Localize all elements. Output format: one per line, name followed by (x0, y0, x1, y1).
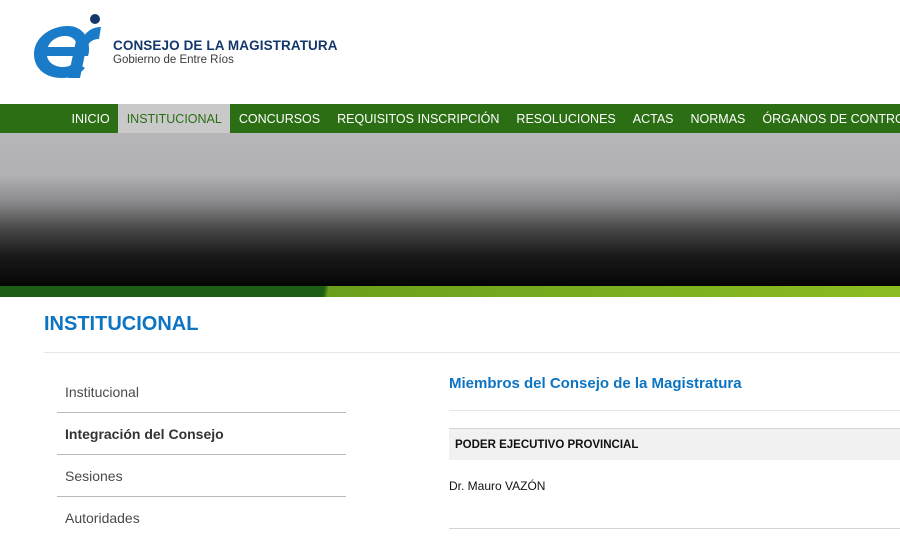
sidebar-item-autoridades[interactable]: Autoridades (57, 497, 346, 539)
nav-item-resoluciones[interactable]: RESOLUCIONES (508, 104, 624, 133)
site-header: CONSEJO DE LA MAGISTRATURA Gobierno de E… (0, 0, 900, 104)
divider (449, 528, 900, 529)
nav-item-normas[interactable]: NORMAS (682, 104, 754, 133)
sidebar-item-integracion-del-consejo[interactable]: Integración del Consejo (57, 413, 346, 455)
page-title: INSTITUCIONAL (44, 313, 199, 335)
nav-item-requisitos-inscripcion[interactable]: REQUISITOS INSCRIPCIÓN (329, 104, 508, 133)
nav-item-institucional[interactable]: INSTITUCIONAL (118, 104, 231, 133)
nav-item-concursos[interactable]: CONCURSOS (230, 104, 328, 133)
site-subtitle: Gobierno de Entre Ríos (113, 54, 234, 66)
main-nav: INICIO INSTITUCIONAL CONCURSOS REQUISITO… (0, 104, 900, 133)
sidebar-item-sesiones[interactable]: Sesiones (57, 455, 346, 497)
nav-item-inicio[interactable]: INICIO (63, 104, 118, 133)
divider (449, 410, 900, 411)
banner-accent-stripe (0, 286, 900, 297)
nav-item-organos-de-control[interactable]: ÓRGANOS DE CONTROL (754, 104, 900, 133)
er-logo-icon[interactable] (28, 14, 108, 78)
site-title[interactable]: CONSEJO DE LA MAGISTRATURA (113, 38, 338, 53)
nav-item-actas[interactable]: ACTAS (624, 104, 682, 133)
section-title: Miembros del Consejo de la Magistratura (449, 375, 742, 392)
sidebar: Institucional Integración del Consejo Se… (57, 371, 346, 539)
divider (44, 352, 900, 353)
sidebar-item-institucional[interactable]: Institucional (57, 371, 346, 413)
hero-banner (0, 133, 900, 286)
member-name: Dr. Mauro VAZÓN (449, 479, 546, 493)
group-heading: PODER EJECUTIVO PROVINCIAL (449, 429, 900, 460)
